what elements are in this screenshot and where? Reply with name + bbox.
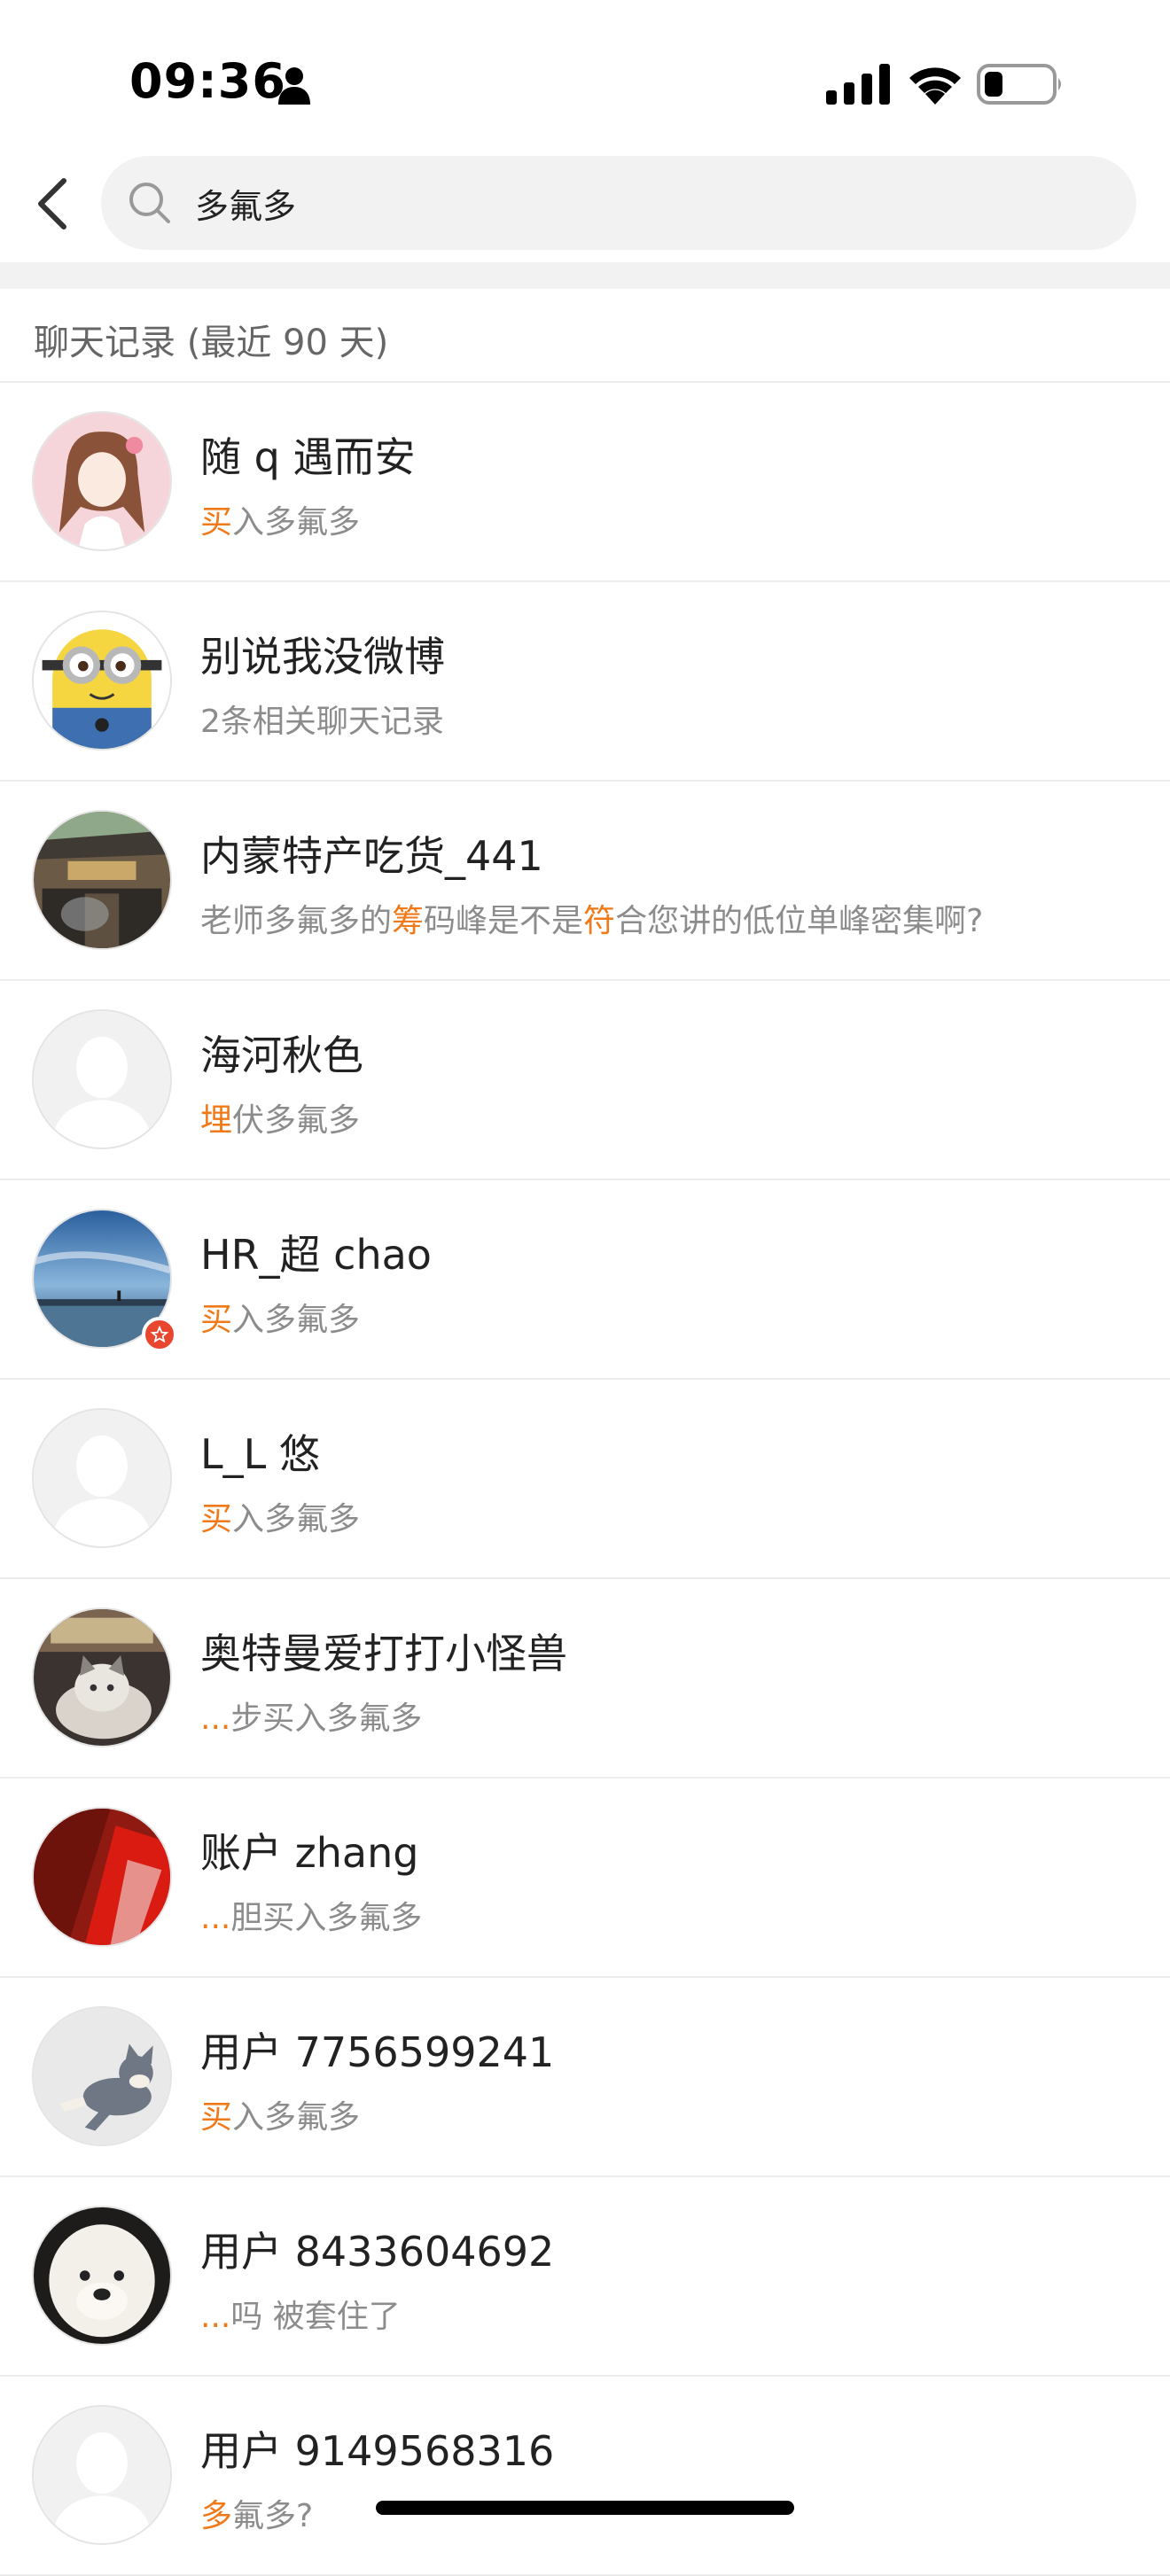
search-icon <box>129 183 170 223</box>
message-snippet: 买入多氟多 <box>200 504 361 541</box>
list-item[interactable]: 随 q 遇而安 买入多氟多 <box>0 383 1170 582</box>
message-snippet: 埋伏多氟多 <box>200 1102 361 1139</box>
section-header: 聊天记录 (最近 90 天) <box>0 289 1170 383</box>
message-snippet: 多氟多? <box>200 2498 314 2534</box>
section-title: 聊天记录 (最近 90 天) <box>34 323 389 363</box>
contact-name: 用户 9149568316 <box>200 2427 555 2475</box>
message-snippet: ...步买入多氟多 <box>200 1700 423 1737</box>
chat-result-list: 随 q 遇而安 买入多氟多 别说我没微博 2条相关聊天记录 内蒙特产吃货_441… <box>0 383 1170 2576</box>
list-item[interactable]: 内蒙特产吃货_441 老师多氟多的筹码峰是不是符合您讲的低位单峰密集啊? <box>0 782 1170 981</box>
message-snippet: 买入多氟多 <box>200 1302 361 1338</box>
list-item[interactable]: L_L 悠 买入多氟多 <box>0 1380 1170 1579</box>
signal-icon <box>826 64 890 105</box>
default-user-avatar <box>32 1009 172 1149</box>
contact-name: 账户 zhang <box>200 1829 419 1877</box>
contact-name: 随 q 遇而安 <box>200 433 416 481</box>
default-user-avatar <box>32 2405 172 2545</box>
girl-cartoon-avatar <box>32 411 172 551</box>
contact-name: 海河秋色 <box>200 1031 363 1079</box>
message-snippet: ...吗 被套住了 <box>200 2299 401 2335</box>
message-snippet: ...胆买入多氟多 <box>200 1900 423 1936</box>
contact-name: 用户 7756599241 <box>200 2028 555 2076</box>
message-snippet: 买入多氟多 <box>200 1501 361 1537</box>
list-item[interactable]: 用户 7756599241 买入多氟多 <box>0 1978 1170 2177</box>
list-item[interactable]: 海河秋色 埋伏多氟多 <box>0 981 1170 1180</box>
contact-name: 内蒙特产吃货_441 <box>200 832 543 880</box>
status-bar: 09:36 <box>0 0 1170 156</box>
vip-badge-icon <box>142 1317 177 1352</box>
contact-name: 用户 8433604692 <box>200 2228 555 2276</box>
list-item[interactable]: 账户 zhang ...胆买入多氟多 <box>0 1778 1170 1978</box>
back-button[interactable] <box>25 168 78 239</box>
red-abstract-avatar <box>32 1807 172 1947</box>
search-input[interactable] <box>195 156 1117 250</box>
white-dog-avatar <box>32 2206 172 2346</box>
minion-avatar <box>32 611 172 751</box>
section-divider <box>0 262 1170 289</box>
default-user-avatar <box>32 1408 172 1548</box>
message-snippet: 老师多氟多的筹码峰是不是符合您讲的低位单峰密集啊? <box>200 903 984 939</box>
list-item[interactable]: 别说我没微博 2条相关聊天记录 <box>0 582 1170 782</box>
contact-name: HR_超 chao <box>200 1231 432 1279</box>
cat-avatar <box>32 1607 172 1747</box>
list-item[interactable]: HR_超 chao 买入多氟多 <box>0 1180 1170 1380</box>
search-bar[interactable] <box>101 156 1136 250</box>
status-time: 09:36 <box>129 53 286 109</box>
list-item[interactable]: 用户 9149568316 多氟多? <box>0 2377 1170 2576</box>
tom-cat-cartoon-avatar <box>32 2006 172 2146</box>
back-chevron-icon <box>38 178 66 230</box>
list-item[interactable]: 奥特曼爱打打小怪兽 ...步买入多氟多 <box>0 1579 1170 1778</box>
contact-name: 别说我没微博 <box>200 633 445 681</box>
message-snippet: 2条相关聊天记录 <box>200 704 444 740</box>
person-icon <box>278 67 310 105</box>
contact-name: 奥特曼爱打打小怪兽 <box>200 1630 567 1677</box>
home-indicator[interactable] <box>376 2501 794 2515</box>
contact-name: L_L 悠 <box>200 1430 320 1478</box>
battery-icon <box>977 64 1061 105</box>
message-snippet: 买入多氟多 <box>200 2099 361 2136</box>
wifi-icon <box>909 67 961 105</box>
list-item[interactable]: 用户 8433604692 ...吗 被套住了 <box>0 2177 1170 2377</box>
temple-gate-avatar <box>32 810 172 950</box>
